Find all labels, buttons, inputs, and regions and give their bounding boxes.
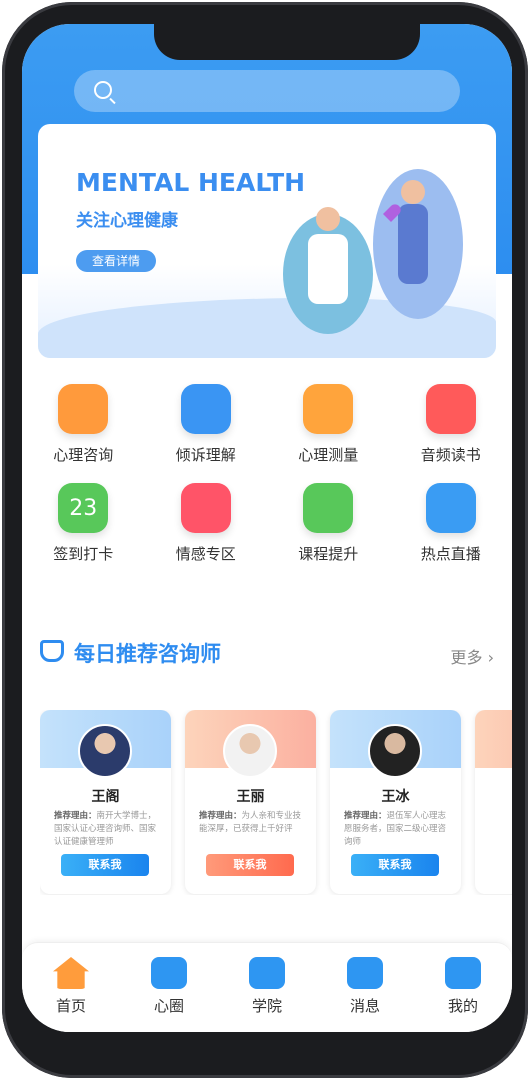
counselor-card-partial[interactable] <box>475 710 512 894</box>
tab-label: 首页 <box>55 997 86 1015</box>
tab-item[interactable]: 我的 <box>414 943 512 1032</box>
phone-heart-icon <box>180 384 231 434</box>
feature-item[interactable]: 课程提升 <box>267 483 390 564</box>
feature-item[interactable]: 热点直播 <box>390 483 513 564</box>
feature-label: 课程提升 <box>298 545 359 563</box>
app-screen: MENTAL HEALTH 关注心理健康 查看详情 心理咨询 倾诉理解 心理测量 音频… <box>22 24 512 1032</box>
section-title: 每日推荐咨询师 <box>74 642 221 666</box>
heart-chat-icon <box>151 957 187 989</box>
tab-item[interactable]: 学院 <box>218 943 316 1032</box>
feature-label: 音频读书 <box>420 446 481 464</box>
reason-label: 推荐理由： <box>54 811 97 821</box>
view-details-button[interactable]: 查看详情 <box>76 250 156 272</box>
tab-label: 我的 <box>447 997 478 1015</box>
reason-label: 推荐理由： <box>344 811 387 821</box>
contact-button[interactable]: 联系我 <box>61 854 149 876</box>
tab-label: 学院 <box>251 997 282 1015</box>
clipboard-icon <box>303 384 354 434</box>
radio-icon <box>425 384 476 434</box>
tab-item[interactable]: 消息 <box>316 943 414 1032</box>
avatar <box>223 724 277 778</box>
trophy-icon <box>40 640 64 662</box>
counselor-list[interactable]: 王阁 推荐理由：南开大学博士，国家认证心理咨询师、国家认证健康管理师 联系我 王丽 推荐… <box>40 710 512 895</box>
more-label: 更多 <box>450 648 483 667</box>
recommend-reason: 推荐理由：退伍军人心理志愿服务者，国家二级心理咨询师 <box>344 810 448 849</box>
tab-label: 消息 <box>349 997 380 1015</box>
contact-button[interactable]: 联系我 <box>351 854 439 876</box>
feature-label: 心理测量 <box>298 446 359 464</box>
counselor-name: 王冰 <box>381 789 410 805</box>
avatar <box>368 724 422 778</box>
camera-notch <box>154 24 420 60</box>
feature-grid: 心理咨询 倾诉理解 心理测量 音频读书 23 签到打卡 情感专区 课程提升 热点直播 <box>22 384 512 564</box>
banner-illustration <box>283 169 463 334</box>
banner[interactable]: MENTAL HEALTH 关注心理健康 查看详情 <box>38 124 496 358</box>
reason-label: 推荐理由： <box>199 811 242 821</box>
search-bar[interactable] <box>74 70 460 112</box>
tv-play-icon <box>425 483 476 533</box>
counselor-name: 王阁 <box>91 789 120 805</box>
chevron-right-icon: › <box>487 648 494 667</box>
feature-label: 热点直播 <box>420 545 481 563</box>
banner-subtitle: 关注心理健康 <box>76 211 178 231</box>
user-icon <box>445 957 481 989</box>
search-icon <box>94 81 112 99</box>
feature-item[interactable]: 心理咨询 <box>22 384 145 465</box>
feature-item[interactable]: 音频读书 <box>390 384 513 465</box>
phone-frame: MENTAL HEALTH 关注心理健康 查看详情 心理咨询 倾诉理解 心理测量 音频… <box>2 2 528 1078</box>
feature-item[interactable]: 情感专区 <box>145 483 268 564</box>
section-header: 每日推荐咨询师 更多 › <box>40 638 494 668</box>
chat-heart-icon <box>58 384 109 434</box>
more-link[interactable]: 更多 › <box>450 644 494 668</box>
heart-icon <box>180 483 231 533</box>
recommend-reason: 推荐理由：为人亲和专业技能深厚，已获得上千好评 <box>199 810 303 836</box>
feature-label: 情感专区 <box>175 545 236 563</box>
calendar-date: 23 <box>69 495 98 521</box>
calendar-icon: 23 <box>58 483 109 533</box>
feature-label: 倾诉理解 <box>175 446 236 464</box>
card-header <box>475 710 512 768</box>
tab-label: 心圈 <box>153 997 184 1015</box>
tab-item[interactable]: 心圈 <box>120 943 218 1032</box>
home-icon <box>53 957 89 989</box>
graduation-cap-icon <box>249 957 285 989</box>
counselor-card[interactable]: 王冰推荐理由：退伍军人心理志愿服务者，国家二级心理咨询师联系我 <box>330 710 461 894</box>
tab-item[interactable]: 首页 <box>22 943 120 1032</box>
counselor-card[interactable]: 王阁推荐理由：南开大学博士，国家认证心理咨询师、国家认证健康管理师联系我 <box>40 710 171 894</box>
message-icon <box>347 957 383 989</box>
feature-item[interactable]: 23 签到打卡 <box>22 483 145 564</box>
feature-label: 心理咨询 <box>53 446 114 464</box>
counselor-name: 王丽 <box>236 789 265 805</box>
graduation-cap-icon <box>303 483 354 533</box>
counselor-card[interactable]: 王丽推荐理由：为人亲和专业技能深厚，已获得上千好评联系我 <box>185 710 316 894</box>
feature-label: 签到打卡 <box>53 545 114 563</box>
contact-button[interactable]: 联系我 <box>206 854 294 876</box>
recommend-reason: 推荐理由：南开大学博士，国家认证心理咨询师、国家认证健康管理师 <box>54 810 158 849</box>
feature-item[interactable]: 心理测量 <box>267 384 390 465</box>
feature-item[interactable]: 倾诉理解 <box>145 384 268 465</box>
avatar <box>78 724 132 778</box>
bottom-tab-bar: 首页 心圈 学院 消息 我的 <box>22 942 512 1032</box>
